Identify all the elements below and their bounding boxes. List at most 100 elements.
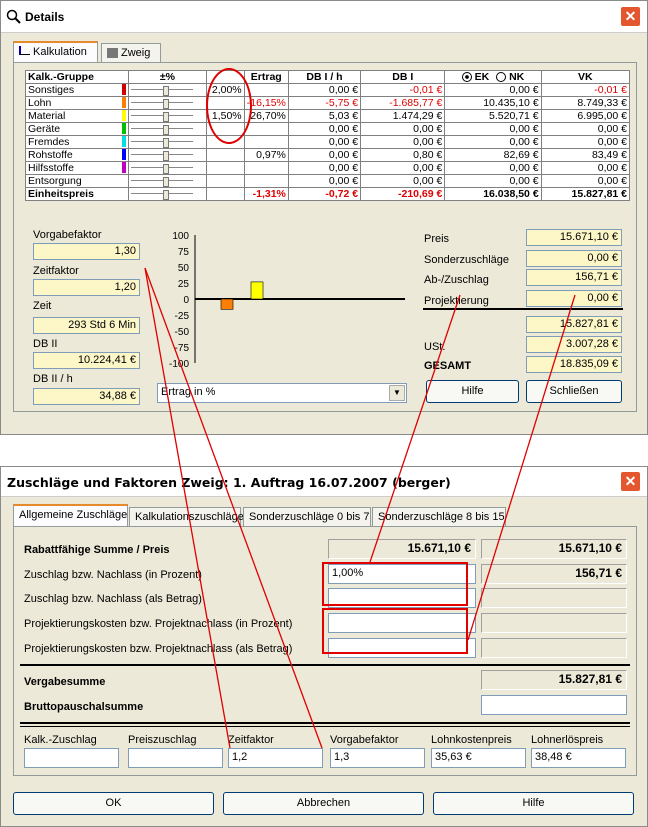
preis-field[interactable]: 15.671,10 €	[526, 229, 622, 246]
table-row[interactable]: Hilfsstoffe 0,00 €0,00 €0,00 €0,00 €	[24, 161, 631, 175]
faktor-input[interactable]: 1,3	[330, 748, 425, 768]
kalk-gruppe-label: Material	[28, 110, 66, 122]
vk-cell: 83,49 €	[540, 148, 631, 162]
db1-cell: 0,00 €	[360, 174, 446, 188]
pct-slider[interactable]	[131, 177, 194, 188]
ek-label: EK	[474, 71, 490, 83]
faktor-input[interactable]: 1,2	[228, 748, 323, 768]
projektierung-field[interactable]: 0,00 €	[526, 290, 622, 307]
faktor-label: Zeitfaktor	[228, 734, 274, 746]
ertrag-cell: -16,15%	[243, 96, 289, 110]
sonder-field[interactable]: 0,00 €	[526, 250, 622, 267]
db2-field[interactable]: 10.224,41 €	[33, 352, 140, 369]
tab-allgemeine-zuschlaege[interactable]: Allgemeine Zuschläge	[13, 504, 128, 526]
tab-zweig[interactable]: Zweig	[101, 43, 161, 63]
col-db1h: DB I / h	[287, 70, 362, 84]
abzuschlag-field[interactable]: 156,71 €	[526, 269, 622, 286]
slider-cell[interactable]	[128, 135, 207, 149]
slider-cell[interactable]	[128, 174, 207, 188]
schliessen-button[interactable]: Schließen	[526, 380, 622, 403]
pct-slider[interactable]	[131, 99, 194, 110]
zeitfaktor-field[interactable]: 1,20	[33, 279, 140, 296]
faktor-input[interactable]: 35,63 €	[431, 748, 526, 768]
kalk-gruppe-cell: Fremdes	[24, 135, 130, 149]
close-icon[interactable]: ✕	[620, 6, 641, 27]
faktor-label: Lohnkostenpreis	[431, 734, 512, 746]
ek-cell: 82,69 €	[444, 148, 542, 162]
pct-slider[interactable]	[131, 190, 194, 201]
projekt-prozent-input[interactable]	[328, 613, 476, 633]
db1-cell: 1.474,29 €	[360, 109, 446, 123]
close-icon[interactable]: ✕	[620, 471, 641, 492]
pct-cell	[205, 135, 245, 149]
db1-cell: -210,69 €	[360, 187, 446, 201]
faktor-input[interactable]: 38,48 €	[531, 748, 626, 768]
slider-cell[interactable]	[128, 148, 207, 162]
projekt-betrag-input[interactable]	[328, 638, 476, 658]
table-row[interactable]: Entsorgung 0,00 €0,00 €0,00 €0,00 €	[24, 174, 631, 188]
tab-sonderzuschlaege-0-7[interactable]: Sonderzuschläge 0 bis 7	[243, 507, 371, 527]
faktor-input[interactable]	[24, 748, 119, 768]
slider-cell[interactable]	[128, 83, 207, 97]
db1h-cell: 5,03 €	[287, 109, 362, 123]
pct-slider[interactable]	[131, 151, 194, 162]
ek-radio-icon[interactable]	[461, 72, 472, 83]
zuschlag-prozent-input[interactable]: 1,00%	[328, 564, 476, 584]
col-ek-nk[interactable]: EK NK	[444, 70, 542, 84]
db1h-cell: 0,00 €	[287, 174, 362, 188]
pct-slider[interactable]	[131, 112, 194, 123]
table-row[interactable]: Lohn -16,15% -5,75 € -1.685,77 €10.435,10 €…	[24, 96, 631, 110]
zuschlag-betrag-input[interactable]	[328, 588, 476, 608]
tab-kalkulation[interactable]: Kalkulation	[13, 41, 98, 63]
pct-slider[interactable]	[131, 125, 194, 136]
pct-slider[interactable]	[131, 164, 194, 175]
pct-slider[interactable]	[131, 86, 194, 97]
slider-cell[interactable]	[128, 109, 207, 123]
table-row[interactable]: Geräte 0,00 €0,00 €0,00 €0,00 €	[24, 122, 631, 136]
slider-cell[interactable]	[128, 187, 207, 201]
slider-cell[interactable]	[128, 122, 207, 136]
tab-sonderzuschlaege-8-15[interactable]: Sonderzuschläge 8 bis 15	[372, 507, 506, 527]
kalk-gruppe-label: Einheitspreis	[28, 188, 94, 200]
sum-divider	[423, 308, 623, 310]
table-row[interactable]: Einheitspreis -1,31% -0,72 € -210,69 €16.03…	[24, 187, 631, 201]
chart-mode-select[interactable]: Ertrag in % ▼	[157, 383, 407, 403]
zuschlag-prozent-result: 156,71 €	[481, 564, 627, 584]
vorgabefaktor-field[interactable]: 1,30	[33, 243, 140, 260]
chevron-down-icon[interactable]: ▼	[389, 385, 405, 401]
bruttopauschal-input[interactable]	[481, 695, 627, 715]
hilfe-button[interactable]: Hilfe	[426, 380, 519, 403]
y-tick-label: 100	[172, 231, 189, 242]
ek-cell: 16.038,50 €	[444, 187, 542, 201]
faktor-label: Preiszuschlag	[128, 734, 197, 746]
table-row[interactable]: Sonstiges 2,00% 0,00 € -0,01 €0,00 € -0,01 €	[24, 83, 631, 97]
ertrag-cell	[243, 122, 289, 136]
table-row[interactable]: Fremdes 0,00 €0,00 €0,00 €0,00 €	[24, 135, 631, 149]
table-row[interactable]: Material 1,50% 26,70% 5,03 €1.474,29 €5.520…	[24, 109, 631, 123]
zeit-field[interactable]: 293 Std 6 Min	[33, 317, 140, 334]
nk-radio-icon[interactable]	[496, 72, 507, 83]
ek-cell: 5.520,71 €	[444, 109, 542, 123]
db1-cell: -0,01 €	[360, 83, 446, 97]
pct-cell	[205, 161, 245, 175]
pct-slider[interactable]	[131, 138, 194, 149]
tab-kalkulationszuschlaege[interactable]: Kalkulationszuschläge	[129, 507, 244, 527]
slider-cell[interactable]	[128, 161, 207, 175]
ust-field[interactable]: 3.007,28 €	[526, 336, 622, 353]
db1h-cell: 0,00 €	[287, 161, 362, 175]
divider-3	[20, 726, 630, 727]
zuschlaege-titlebar: Zuschläge und Faktoren Zweig: 1. Auftrag…	[1, 467, 647, 497]
zuschlaege-window: Zuschläge und Faktoren Zweig: 1. Auftrag…	[0, 466, 648, 827]
ok-button[interactable]: OK	[13, 792, 214, 815]
y-tick-label: 25	[178, 279, 190, 290]
abbrechen-button[interactable]: Abbrechen	[223, 792, 424, 815]
faktor-input[interactable]	[128, 748, 223, 768]
ust-label: USt.	[424, 341, 446, 353]
slider-cell[interactable]	[128, 96, 207, 110]
summe-field[interactable]: 15.827,81 €	[526, 316, 622, 333]
table-row[interactable]: Rohstoffe 0,97% 0,00 €0,80 €82,69 €83,49 €	[24, 148, 631, 162]
db2h-field[interactable]: 34,88 €	[33, 388, 140, 405]
zuschlag-betrag-label: Zuschlag bzw. Nachlass (als Betrag)	[24, 593, 202, 605]
gesamt-field[interactable]: 18.835,09 €	[526, 356, 622, 373]
hilfe-button-2[interactable]: Hilfe	[433, 792, 634, 815]
